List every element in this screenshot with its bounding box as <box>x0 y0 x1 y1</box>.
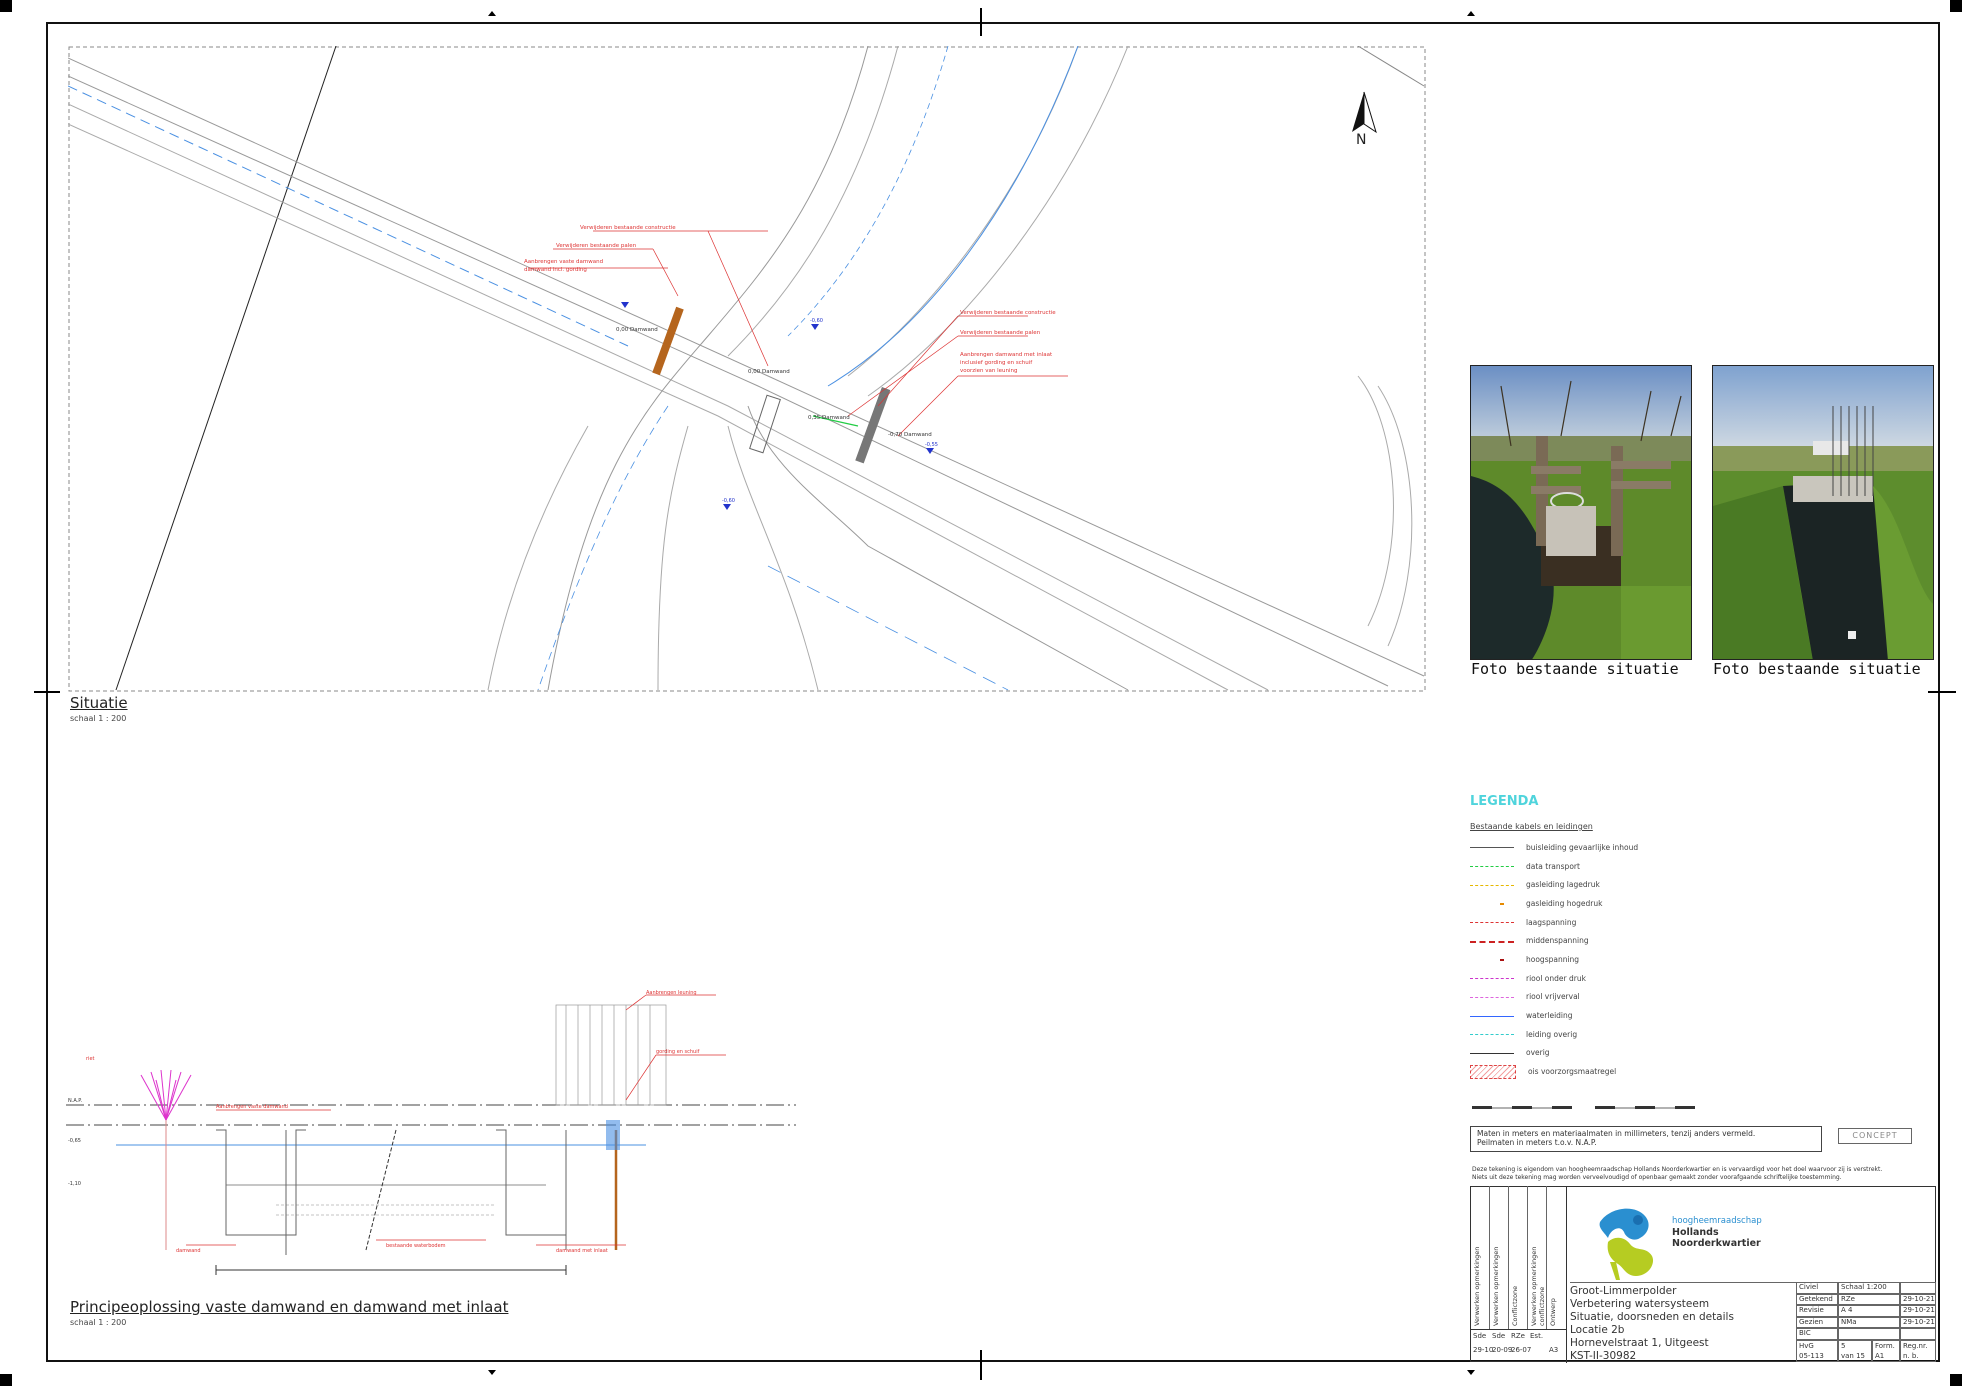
legend-item: leiding overig <box>1470 1025 1730 1044</box>
svg-text:-1,10: -1,10 <box>68 1181 81 1187</box>
svg-text:-0,55: -0,55 <box>925 442 938 448</box>
concept-stamp: CONCEPT <box>1838 1128 1912 1144</box>
note-line-2: Peilmaten in meters t.o.v. N.A.P. <box>1477 1138 1597 1147</box>
legend-item: riool onder druk <box>1470 969 1730 988</box>
hhnk-logo-icon <box>1599 1208 1654 1280</box>
svg-text:damwand met inlaat: damwand met inlaat <box>556 1248 608 1254</box>
legend-swatch <box>1470 937 1514 945</box>
legend-swatch <box>1470 899 1514 907</box>
note-line-1: Maten in meters en materiaalmaten in mil… <box>1477 1129 1756 1138</box>
situation-title: Situatie <box>70 694 128 712</box>
legend-item: waterleiding <box>1470 1006 1730 1025</box>
svg-text:voorzien van leuning: voorzien van leuning <box>960 368 1018 374</box>
photo-2-image <box>1713 366 1933 659</box>
revision-date: 20-09 <box>1492 1346 1513 1354</box>
general-notes: Maten in meters en materiaalmaten in mil… <box>1470 1126 1822 1152</box>
legend-swatch <box>1470 955 1514 963</box>
revision-who: Est. <box>1530 1332 1544 1340</box>
legend-swatch <box>1470 1012 1514 1020</box>
revision-date: 29-10 <box>1473 1346 1494 1354</box>
svg-text:-0,60: -0,60 <box>722 498 735 504</box>
organization-name: hoogheemraadschap Hollands Noorderkwarti… <box>1672 1216 1762 1249</box>
section-title: Principeoplossing vaste damwand en damwa… <box>70 1298 509 1316</box>
photo-caption-1: Foto bestaande situatie <box>1471 660 1679 678</box>
legend-swatch <box>1470 862 1514 870</box>
revision-label: Verwerken opmerkingen conflictzone <box>1530 1246 1546 1326</box>
svg-text:Verwijderen bestaande palen: Verwijderen bestaande palen <box>556 243 637 249</box>
legend-swatch <box>1470 993 1514 1001</box>
legend-swatch <box>1470 1049 1514 1057</box>
svg-text:Verwijderen bestaande construc: Verwijderen bestaande constructie <box>960 310 1056 316</box>
revision-label: Verwerken opmerkingen <box>1492 1246 1500 1326</box>
project-number: KST-II-30982 <box>1570 1350 1637 1362</box>
svg-text:Aanbrengen leuning: Aanbrengen leuning <box>646 990 697 996</box>
situation-scale: schaal 1 : 200 <box>70 714 127 723</box>
legend-item: laagspanning <box>1470 913 1730 932</box>
svg-text:N.A.P.: N.A.P. <box>68 1098 82 1104</box>
project-address: Hornevelstraat 1, Uitgeest <box>1570 1337 1709 1349</box>
photo-caption-2: Foto bestaande situatie <box>1713 660 1921 678</box>
revision-who: Sde <box>1492 1332 1506 1340</box>
project-location: Locatie 2b <box>1570 1324 1625 1336</box>
legend-item: gasleiding hogedruk <box>1470 894 1730 913</box>
map-level-label-4: -0,70 Damwand <box>888 432 932 438</box>
project-name: Groot-Limmerpolder <box>1570 1285 1677 1297</box>
disclaimer: Deze tekening is eigendom van hoogheemra… <box>1472 1166 1883 1181</box>
project-subtitle: Verbetering watersysteem <box>1570 1298 1710 1310</box>
project-info: Groot-Limmerpolder Verbetering watersyst… <box>1570 1282 1796 1363</box>
revision-who: Sde <box>1473 1332 1487 1340</box>
revision-label: Ontwerp <box>1549 1298 1557 1326</box>
svg-text:riet: riet <box>86 1056 95 1062</box>
svg-text:Verwijderen bestaande palen: Verwijderen bestaande palen <box>960 330 1041 336</box>
legend-list: buisleiding gevaarlijke inhoud data tran… <box>1470 838 1730 1081</box>
svg-text:Aanbrengen damwand met inlaat: Aanbrengen damwand met inlaat <box>960 352 1053 358</box>
svg-text:Verwijderen bestaande construc: Verwijderen bestaande constructie <box>580 225 676 231</box>
legend-swatch <box>1470 881 1514 889</box>
svg-text:Aanbrengen vaste damwand: Aanbrengen vaste damwand <box>524 259 603 265</box>
cross-section-drawing: Aanbrengen leuning gording en schuif Aan… <box>66 990 796 1275</box>
revision-date: A3 <box>1549 1346 1559 1354</box>
revision-table: Verwerken opmerkingen Verwerken opmerkin… <box>1470 1186 1567 1329</box>
svg-text:damwand incl. gording: damwand incl. gording <box>524 267 587 273</box>
revision-label: Conflictzone <box>1511 1285 1519 1326</box>
svg-text:damwand: damwand <box>176 1248 201 1254</box>
map-level-label-2: 0,00 Damwand <box>748 369 790 375</box>
map-level-label-3: 0,35 Damwand <box>808 415 850 421</box>
revision-date: 26-07 <box>1511 1346 1532 1354</box>
north-label: N <box>1356 132 1367 148</box>
meta-table: Civiel Schaal 1:200 Getekend RZe 29-10-21 R… <box>1796 1282 1936 1362</box>
revision-label: Verwerken opmerkingen <box>1473 1246 1481 1326</box>
legend-swatch <box>1470 918 1514 926</box>
photo-existing-2 <box>1712 365 1934 660</box>
legend-swatch-hatch <box>1470 1064 1516 1079</box>
legend-item: overig <box>1470 1044 1730 1063</box>
project-description: Situatie, doorsneden en details <box>1570 1311 1734 1323</box>
legend-item: hoogspanning <box>1470 950 1730 969</box>
revision-who: RZe <box>1511 1332 1525 1340</box>
legend-item: data transport <box>1470 857 1730 876</box>
svg-text:gording en schuif: gording en schuif <box>656 1049 700 1055</box>
svg-text:-0,60: -0,60 <box>810 318 823 324</box>
legend-swatch <box>1470 843 1514 851</box>
legend-swatch <box>1470 1030 1514 1038</box>
legend-title: LEGENDA <box>1470 794 1539 809</box>
legend-swatch <box>1470 974 1514 982</box>
legend-item: buisleiding gevaarlijke inhoud <box>1470 838 1730 857</box>
svg-text:inclusief gording en schuif: inclusief gording en schuif <box>960 360 1033 366</box>
section-scale: schaal 1 : 200 <box>70 1318 127 1327</box>
revision-footer: Sde Sde RZe Est. 29-10 20-09 26-07 A3 <box>1470 1329 1567 1363</box>
legend-item: riool vrijverval <box>1470 988 1730 1007</box>
legend-item: gasleiding lagedruk <box>1470 875 1730 894</box>
svg-text:-0,65: -0,65 <box>68 1138 81 1144</box>
photo-1-image <box>1471 366 1691 659</box>
photo-existing-1 <box>1470 365 1692 660</box>
scale-bars <box>1472 1106 1695 1109</box>
map-level-label-1: 0,00 Damwand <box>616 327 658 333</box>
legend-item: middenspanning <box>1470 931 1730 950</box>
legend-subtitle: Bestaande kabels en leidingen <box>1470 822 1593 831</box>
situation-map: Verwijderen bestaande constructie Verwij… <box>68 46 1426 692</box>
legend-item: ois voorzorgsmaatregel <box>1470 1062 1730 1081</box>
svg-text:bestaande waterbodem: bestaande waterbodem <box>386 1243 446 1249</box>
svg-text:Aanbrengen vaste damwand: Aanbrengen vaste damwand <box>216 1104 288 1110</box>
